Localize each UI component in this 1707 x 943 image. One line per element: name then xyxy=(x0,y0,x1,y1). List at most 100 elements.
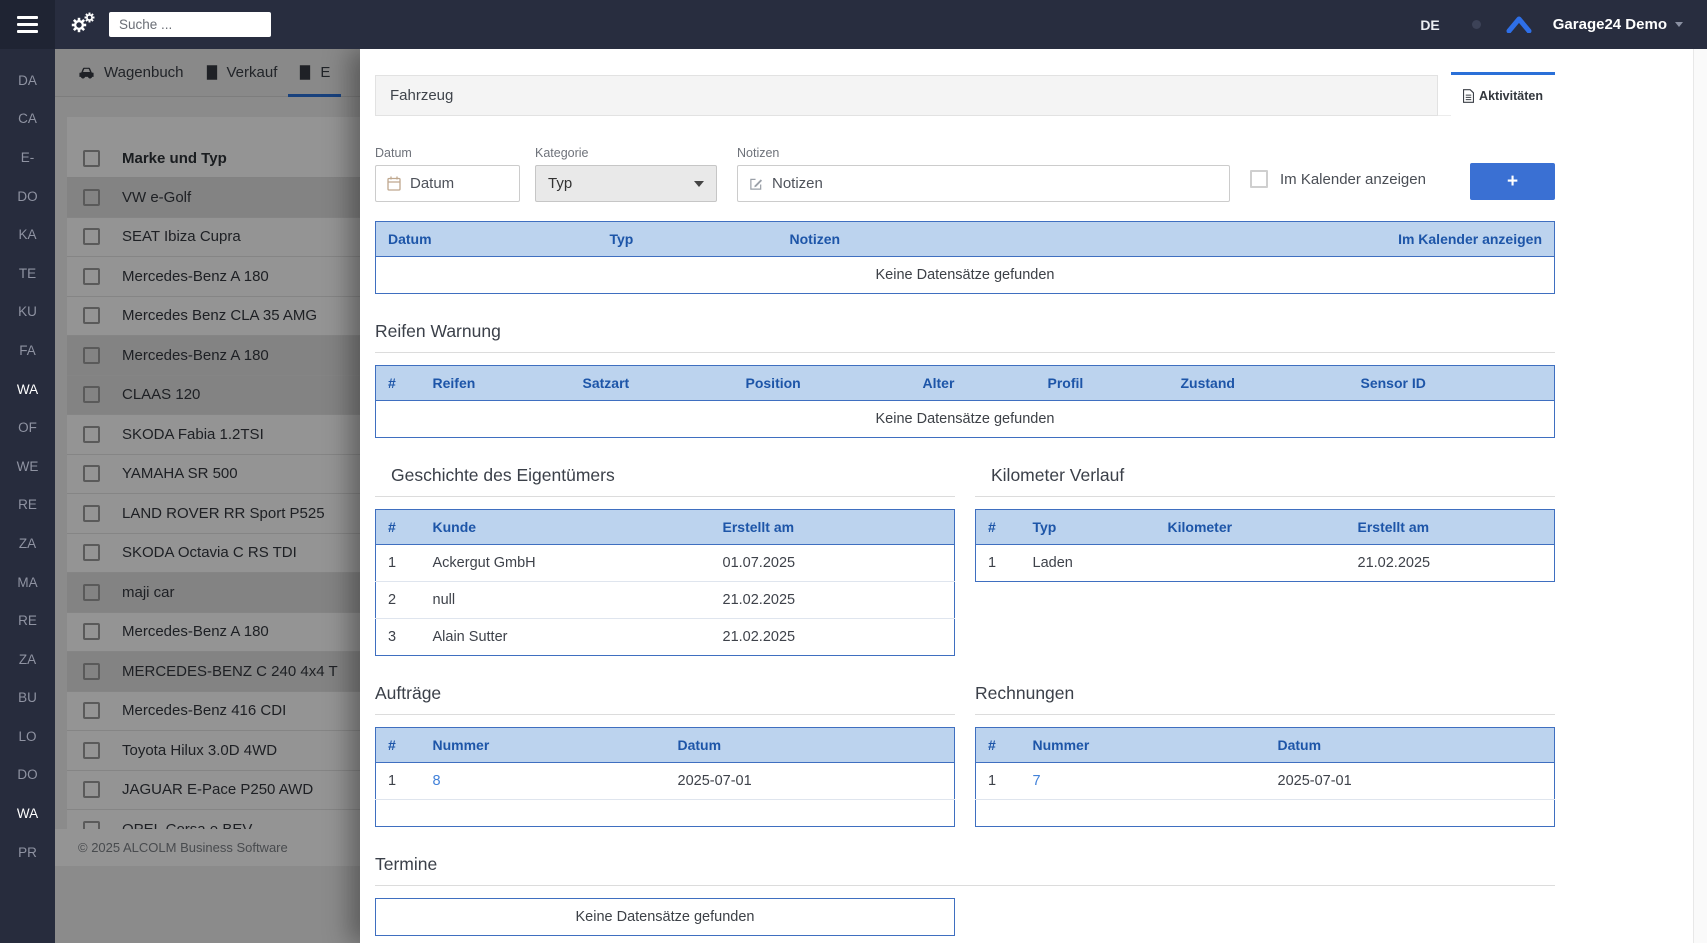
tab-aktivitaeten-active[interactable]: Aktivitäten xyxy=(1451,72,1555,116)
sidebar-item-of[interactable]: OF xyxy=(0,408,55,447)
kalender-checkbox-group[interactable]: Im Kalender anzeigen xyxy=(1250,170,1426,188)
table-row: 1 Laden 21.02.2025 xyxy=(976,545,1555,582)
empty-row: Keine Datensätze gefunden xyxy=(376,401,1555,438)
hamburger-icon xyxy=(17,16,38,19)
notizen-field: Notizen xyxy=(737,146,1230,202)
column-header: Profil xyxy=(1035,365,1169,401)
section-title-eigentuemer: Geschichte des Eigentümers xyxy=(375,465,955,497)
sidebar-item-ka[interactable]: KA xyxy=(0,215,55,254)
search-input[interactable] xyxy=(109,12,271,37)
eigentuemer-table: # Kunde Erstellt am 1 Ackergut GmbH 01.07.20… xyxy=(375,509,955,656)
sidebar-item-ma[interactable]: MA xyxy=(0,563,55,602)
kategorie-select[interactable]: Typ xyxy=(535,165,717,202)
detail-panel: Fahrzeug Aktivitäten Datum Datum Kategor… xyxy=(360,49,1707,943)
sidebar-item-te[interactable]: TE xyxy=(0,254,55,293)
table-header-row: # Typ Kilometer Erstellt am xyxy=(975,509,1555,545)
datum-field: Datum xyxy=(375,146,520,202)
table-cell: 1 xyxy=(988,555,997,571)
add-activity-button[interactable]: + xyxy=(1470,163,1555,200)
table-row: 1 Ackergut GmbH 01.07.2025 xyxy=(376,545,955,582)
column-header: Sensor ID xyxy=(1348,365,1555,401)
panel-tab-bar: Fahrzeug Aktivitäten xyxy=(375,72,1555,116)
tab-label: Fahrzeug xyxy=(390,87,454,104)
status-dot[interactable] xyxy=(1471,20,1481,29)
column-header: Typ xyxy=(1020,509,1156,545)
sidebar-item-za[interactable]: ZA xyxy=(0,524,55,563)
settings-gears-icon[interactable] xyxy=(71,12,99,38)
column-header: Erstellt am xyxy=(1345,509,1555,545)
chevron-down-icon[interactable] xyxy=(1675,22,1683,27)
tab-label: Aktivitäten xyxy=(1479,88,1543,103)
account-menu[interactable]: Garage24 Demo xyxy=(1553,16,1667,33)
orders-column: Aufträge # Nummer Datum 1 8 2025-07-01 xyxy=(375,656,955,827)
navbar-right-group: DE Garage24 Demo xyxy=(1420,0,1683,49)
sidebar-item-bu[interactable]: BU xyxy=(0,679,55,718)
sidebar-item-wa[interactable]: WA xyxy=(0,370,55,409)
column-header: Typ xyxy=(597,221,778,257)
column-header: Notizen xyxy=(777,221,1336,257)
table-header-row: # Reifen Satzart Position Alter Profil Zustand… xyxy=(375,365,1555,401)
sidebar-item-za[interactable]: ZA xyxy=(0,640,55,679)
sidebar-item-we[interactable]: WE xyxy=(0,447,55,486)
sidebar-item-pr[interactable]: PR xyxy=(0,833,55,872)
sidebar-item-da[interactable]: DA xyxy=(0,61,55,100)
spacer-row xyxy=(975,799,1555,827)
datum-input[interactable] xyxy=(410,175,508,192)
column-header: Zustand xyxy=(1168,365,1349,401)
sidebar-item-ca[interactable]: CA xyxy=(0,100,55,139)
brand-logo-icon xyxy=(1506,16,1532,33)
empty-state-text: Keine Datensätze gefunden xyxy=(875,411,1055,427)
table-header-row: Datum Typ Notizen Im Kalender anzeigen xyxy=(375,221,1555,257)
section-title-reifen: Reifen Warnung xyxy=(375,321,1555,353)
hamburger-menu-button[interactable] xyxy=(0,0,55,49)
sidebar-item-lo[interactable]: LO xyxy=(0,717,55,756)
column-header: # xyxy=(375,727,421,763)
tab-fahrzeug-panel[interactable]: Fahrzeug xyxy=(375,75,1438,116)
notizen-input-wrap[interactable] xyxy=(737,165,1230,202)
calendar-icon xyxy=(387,176,401,191)
kalender-label: Im Kalender anzeigen xyxy=(1280,170,1426,188)
document-number-link[interactable]: 7 xyxy=(1033,773,1041,789)
chevron-down-icon xyxy=(694,180,704,187)
sidebar-item-do[interactable]: DO xyxy=(0,756,55,795)
table-cell: 1 xyxy=(388,773,397,789)
pencil-icon xyxy=(750,178,763,190)
rechnungen-table: # Nummer Datum 1 7 2025-07-01 xyxy=(975,727,1555,827)
aktivitaeten-table: Datum Typ Notizen Im Kalender anzeigen Kein… xyxy=(375,221,1555,294)
language-selector[interactable]: DE xyxy=(1420,17,1439,33)
table-cell: 8 xyxy=(421,763,666,800)
column-header: Im Kalender anzeigen xyxy=(1335,221,1555,257)
sidebar-item-re[interactable]: RE xyxy=(0,486,55,525)
sidebar-item-wa[interactable]: WA xyxy=(0,794,55,833)
sidebar-item-do[interactable]: DO xyxy=(0,177,55,216)
sidebar-item-ku[interactable]: KU xyxy=(0,293,55,332)
owner-kilometer-section: Geschichte des Eigentümers # Kunde Erstell… xyxy=(375,438,1555,656)
sidebar-item-e[interactable]: E- xyxy=(0,138,55,177)
empty-state-text: Keine Datensätze gefunden xyxy=(875,267,1055,283)
sidebar-item-fa[interactable]: FA xyxy=(0,331,55,370)
column-header: Datum xyxy=(665,727,955,763)
table-cell: 2025-07-01 xyxy=(677,773,752,789)
notizen-input[interactable] xyxy=(772,175,1218,192)
table-cell: 7 xyxy=(1021,763,1266,800)
datum-input-wrap[interactable] xyxy=(375,165,520,202)
sidebar-item-re[interactable]: RE xyxy=(0,601,55,640)
table-cell: 1 xyxy=(388,555,397,571)
table-cell: Alain Sutter xyxy=(420,618,711,656)
kalender-checkbox[interactable] xyxy=(1250,170,1268,188)
table-cell: 3 xyxy=(375,618,421,656)
scrollbar-track[interactable] xyxy=(1693,49,1707,943)
column-header: # xyxy=(375,509,421,545)
column-header: Reifen xyxy=(420,365,571,401)
table-row: 1 7 2025-07-01 xyxy=(976,763,1555,800)
kategorie-field: Kategorie Typ xyxy=(535,146,717,202)
reifen-table: # Reifen Satzart Position Alter Profil Zustand… xyxy=(375,365,1555,438)
auftraege-table: # Nummer Datum 1 8 2025-07-01 xyxy=(375,727,955,827)
column-header: Datum xyxy=(1265,727,1555,763)
table-row: 3 Alain Sutter 21.02.2025 xyxy=(375,618,955,656)
document-number-link[interactable]: 8 xyxy=(433,773,441,789)
app-window: DE Garage24 Demo DACAE-DOKATEKUFAWAOFWER… xyxy=(0,0,1707,943)
column-header: # xyxy=(375,365,421,401)
invoices-column: Rechnungen # Nummer Datum 1 7 2025-07-01 xyxy=(975,656,1555,827)
new-activity-form: Datum Kategorie Typ xyxy=(375,146,1555,212)
